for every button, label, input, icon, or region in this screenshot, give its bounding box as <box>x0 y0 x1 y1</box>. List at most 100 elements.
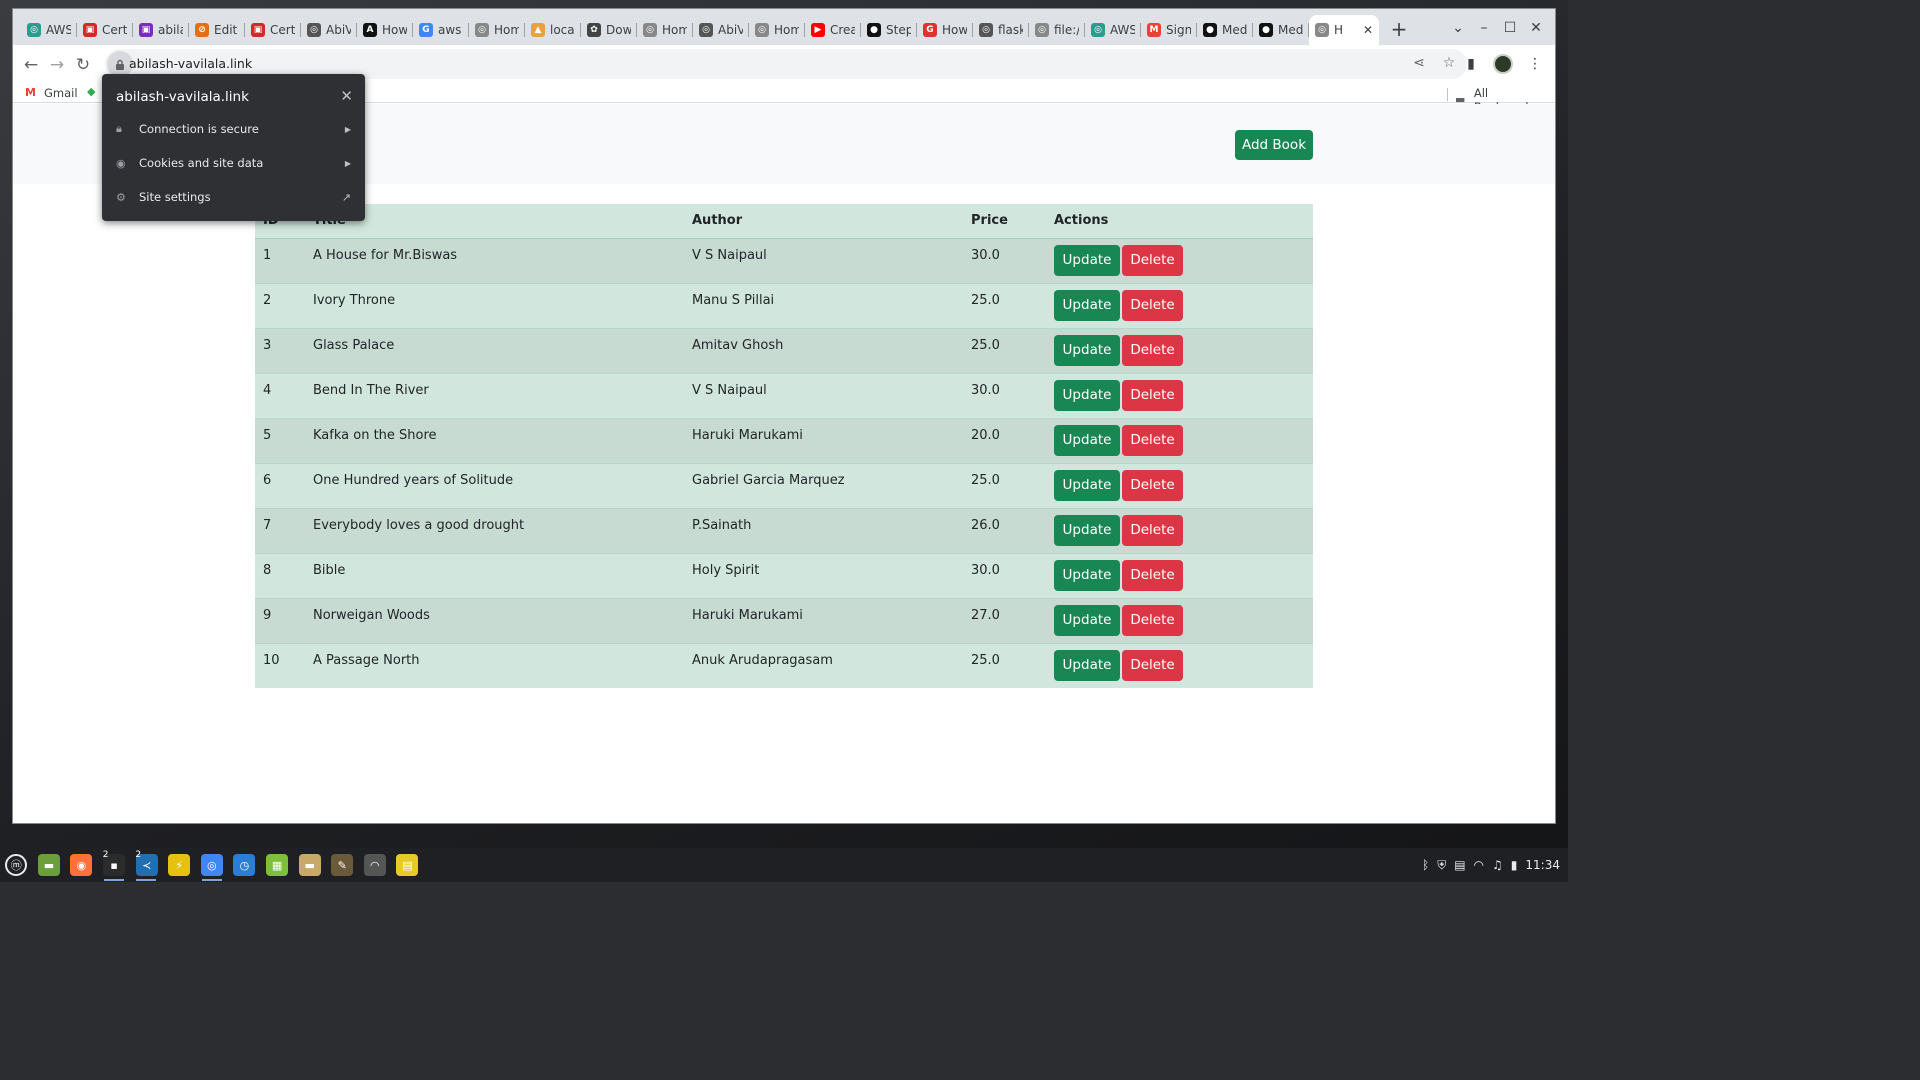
update-button[interactable]: Update <box>1054 379 1120 411</box>
add-book-button[interactable]: Add Book <box>1235 130 1313 160</box>
update-button[interactable]: Update <box>1054 604 1120 636</box>
cell-title: A Passage North <box>313 652 420 668</box>
close-icon[interactable]: ✕ <box>340 87 353 105</box>
folder-icon[interactable]: ▬ <box>293 848 326 882</box>
update-button[interactable]: Update <box>1054 559 1120 591</box>
browser-tab[interactable]: ● Medi <box>1253 15 1309 45</box>
table-row: 2 Ivory Throne Manu S Pillai 25.0 Update Dele… <box>255 283 1313 329</box>
share-icon[interactable]: ⋖ <box>1409 53 1429 73</box>
update-button[interactable]: Update <box>1054 424 1120 456</box>
delete-button[interactable]: Delete <box>1122 649 1183 681</box>
browser-tab[interactable]: M Sign <box>1141 15 1197 45</box>
reload-icon[interactable]: ↻ <box>71 53 95 77</box>
update-button[interactable]: Update <box>1054 514 1120 546</box>
browser-tab[interactable]: ◎ Hom <box>469 15 525 45</box>
notes-tray-icon[interactable]: ▤ <box>1454 858 1465 872</box>
delete-button[interactable]: Delete <box>1122 514 1183 546</box>
taskbar: ⓜ ▬ ◉ ▪ 2 ≺ 2 ⚡ ◎ ◷ ▦ ▬ ✎ ◠ ▤ ᛒ ⛨ ▤ ◠ ♫ ▮ 11:34 <box>0 848 1568 882</box>
clock-icon[interactable]: ◷ <box>228 848 261 882</box>
browser-tab-active[interactable]: ◎ H ✕ <box>1309 15 1379 45</box>
toolbar-right: ▮ ⋮ <box>1461 53 1545 75</box>
maximize-button[interactable]: ☐ <box>1497 15 1523 41</box>
chrome-icon[interactable]: ◎ <box>196 848 229 882</box>
shield-icon[interactable]: ⛨ <box>1437 858 1446 873</box>
connection-secure-item[interactable]: 🔒︎ Connection is secure ▶ <box>102 113 365 145</box>
delete-button[interactable]: Delete <box>1122 289 1183 321</box>
clock-time[interactable]: 11:34 <box>1525 858 1560 872</box>
browser-tab[interactable]: ▣ Certi <box>77 15 133 45</box>
browser-tab[interactable]: ◎ AWS <box>1085 15 1141 45</box>
browser-tab[interactable]: ◎ Hom <box>749 15 805 45</box>
browser-tab[interactable]: ◎ AbiV <box>301 15 357 45</box>
update-button[interactable]: Update <box>1054 244 1120 276</box>
vscode-icon[interactable]: ≺ 2 <box>130 848 163 882</box>
tab-favicon-icon: M <box>1147 23 1161 37</box>
bookmark-gmail[interactable]: M Gmail <box>25 86 78 100</box>
menu-kebab-icon[interactable]: ⋮ <box>1525 53 1545 75</box>
delete-button[interactable]: Delete <box>1122 334 1183 366</box>
browser-tab[interactable]: ● Medi <box>1197 15 1253 45</box>
tab-favicon-icon: ◎ <box>1035 23 1049 37</box>
browser-tab[interactable]: G How <box>917 15 973 45</box>
browser-tab[interactable]: ▲ local <box>525 15 581 45</box>
browser-tab[interactable]: ⊘ Edit <box>189 15 245 45</box>
update-button[interactable]: Update <box>1054 334 1120 366</box>
bookmark-star-icon[interactable]: ☆ <box>1439 53 1459 73</box>
side-panel-icon[interactable]: ▮ <box>1461 53 1481 75</box>
delete-button[interactable]: Delete <box>1122 604 1183 636</box>
close-window-button[interactable]: ✕ <box>1523 15 1549 41</box>
browser-tab[interactable]: ● Step <box>861 15 917 45</box>
tab-list: ◎ AWS ▣ Certi ▣ abila ⊘ Edit ▣ Certi ◎ AbiV A How Gaws… <box>21 15 1379 45</box>
tab-favicon-icon: ▣ <box>251 23 265 37</box>
header-author: Author <box>684 204 963 239</box>
music-icon[interactable]: ♫ <box>1492 858 1503 872</box>
browser-tab[interactable]: ◎ AbiV <box>693 15 749 45</box>
browser-tab[interactable]: Gaws <box>413 15 469 45</box>
browser-tab[interactable]: ▶ Crea <box>805 15 861 45</box>
terminal-icon[interactable]: ▪ 2 <box>98 848 131 882</box>
browser-tab[interactable]: ▣ Certi <box>245 15 301 45</box>
browser-tab[interactable]: ◎ flask <box>973 15 1029 45</box>
cell-author: Anuk Arudapragasam <box>692 652 833 668</box>
mint-menu-icon[interactable]: ⓜ <box>0 848 33 882</box>
delete-button[interactable]: Delete <box>1122 559 1183 591</box>
update-button[interactable]: Update <box>1054 289 1120 321</box>
bolt-icon[interactable]: ⚡ <box>163 848 196 882</box>
calc-icon[interactable]: ▦ <box>261 848 294 882</box>
delete-button[interactable]: Delete <box>1122 424 1183 456</box>
tab-search-icon[interactable]: ⌄ <box>1445 15 1471 41</box>
bluetooth-icon[interactable]: ᛒ <box>1422 858 1429 872</box>
tab-favicon-icon: G <box>923 23 937 37</box>
tab-label: Step <box>886 23 911 37</box>
browser-tab[interactable]: ◎ AWS <box>21 15 77 45</box>
browser-tab[interactable]: A How <box>357 15 413 45</box>
tab-favicon-icon: ▣ <box>139 23 153 37</box>
wifi-icon[interactable]: ◠ <box>1474 858 1484 872</box>
update-button[interactable]: Update <box>1054 649 1120 681</box>
browser-tab[interactable]: ✿ Dow <box>581 15 637 45</box>
browser-tab[interactable]: ◎ file:/ <box>1029 15 1085 45</box>
cookies-site-data-item[interactable]: ◉ Cookies and site data ▶ <box>102 147 365 179</box>
minimize-button[interactable]: – <box>1471 15 1497 41</box>
forward-arrow-icon[interactable]: → <box>45 53 69 77</box>
close-tab-icon[interactable]: ✕ <box>1363 23 1373 37</box>
delete-button[interactable]: Delete <box>1122 469 1183 501</box>
back-arrow-icon[interactable]: ← <box>19 53 43 77</box>
gimp-icon[interactable]: ✎ <box>326 848 359 882</box>
profile-avatar[interactable] <box>1493 54 1513 74</box>
notes-icon[interactable]: ▤ <box>391 848 424 882</box>
files-icon[interactable]: ▬ <box>33 848 66 882</box>
delete-button[interactable]: Delete <box>1122 244 1183 276</box>
site-info-popup: abilash-vavilala.link ✕ 🔒︎ Connection is… <box>102 74 365 221</box>
bookmark-maps[interactable]: ◆ <box>87 86 101 98</box>
site-settings-item[interactable]: ⚙ Site settings ↗ <box>102 181 365 213</box>
delete-button[interactable]: Delete <box>1122 379 1183 411</box>
browser-tab[interactable]: ▣ abila <box>133 15 189 45</box>
update-button[interactable]: Update <box>1054 469 1120 501</box>
network-icon[interactable]: ◠ <box>359 848 392 882</box>
new-tab-button[interactable]: + <box>1387 18 1411 42</box>
firefox-icon[interactable]: ◉ <box>65 848 98 882</box>
browser-tab[interactable]: ◎ Hom <box>637 15 693 45</box>
cell-author: V S Naipaul <box>684 238 963 284</box>
battery-icon[interactable]: ▮ <box>1511 858 1518 872</box>
